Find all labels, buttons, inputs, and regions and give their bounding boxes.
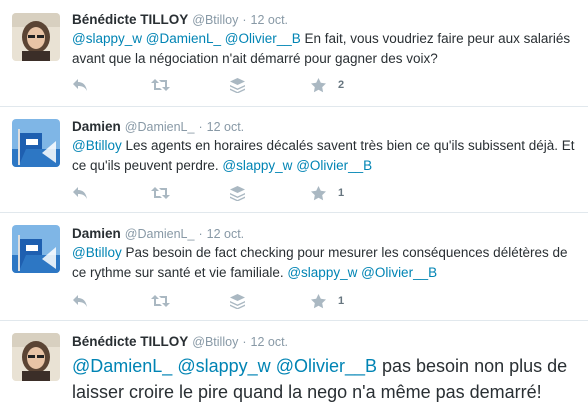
retweet-button[interactable]	[151, 77, 170, 93]
author-name[interactable]: Damien	[72, 226, 121, 241]
favorite-count: 2	[338, 79, 345, 91]
reply-icon	[73, 295, 87, 307]
favorite-button[interactable]: 1	[311, 185, 344, 201]
mention-link[interactable]: @slappy_w	[72, 31, 142, 46]
tweet[interactable]: Damien @DamienL_ · 12 oct. @Btilloy Pas bes…	[0, 213, 588, 319]
mention-link[interactable]: @slappy_w	[177, 356, 270, 376]
mention-link[interactable]: @Olivier__B	[361, 265, 437, 280]
author-name[interactable]: Bénédicte TILLOY	[72, 12, 188, 27]
avatar[interactable]	[12, 13, 60, 61]
mention-link[interactable]: @slappy_w	[287, 265, 357, 280]
stack-button[interactable]	[230, 77, 245, 93]
timestamp[interactable]: 12 oct.	[251, 335, 289, 349]
author-handle[interactable]: @Btilloy	[192, 13, 238, 27]
reply-icon	[73, 79, 87, 91]
mention-link[interactable]: @DamienL_	[72, 356, 172, 376]
retweet-button[interactable]	[151, 293, 170, 309]
timestamp[interactable]: 12 oct.	[207, 227, 245, 241]
favorite-icon	[311, 185, 326, 200]
separator-dot: ·	[242, 13, 247, 27]
mention-link[interactable]: @DamienL_	[146, 31, 221, 46]
mention-link[interactable]: @Olivier__B	[296, 158, 372, 173]
tweet-text: @Btilloy Les agents en horaires décalés …	[72, 136, 578, 176]
stack-icon	[230, 77, 245, 93]
stack-button[interactable]	[230, 293, 245, 309]
favorite-button[interactable]: 2	[311, 77, 344, 93]
retweet-icon	[151, 187, 170, 199]
tweet-text: @Btilloy Pas besoin de fact checking pou…	[72, 243, 578, 283]
mention-link[interactable]: @slappy_w	[222, 158, 292, 173]
tweet[interactable]: Bénédicte TILLOY @Btilloy · 12 oct. @Damien…	[0, 321, 588, 410]
author-handle[interactable]: @Btilloy	[192, 335, 238, 349]
favorite-button[interactable]: 1	[311, 293, 344, 309]
tweet-text: @slappy_w @DamienL_ @Olivier__B En fait,…	[72, 29, 578, 69]
tweet[interactable]: Bénédicte TILLOY @Btilloy · 12 oct. @slappy…	[0, 0, 588, 106]
author-handle[interactable]: @DamienL_	[125, 227, 195, 241]
favorite-count: 1	[338, 187, 345, 199]
retweet-button[interactable]	[151, 185, 170, 201]
separator-dot: ·	[198, 120, 203, 134]
timestamp[interactable]: 12 oct.	[207, 120, 245, 134]
avatar[interactable]	[12, 333, 60, 381]
timestamp[interactable]: 12 oct.	[251, 13, 289, 27]
separator-dot: ·	[198, 227, 203, 241]
tweet-actions: 1	[72, 293, 372, 309]
author-name[interactable]: Bénédicte TILLOY	[72, 334, 188, 349]
avatar[interactable]	[12, 119, 60, 167]
favorite-icon	[311, 293, 326, 308]
favorite-icon	[311, 77, 326, 92]
tweet-actions: 1	[72, 185, 372, 201]
tweet-actions: 2	[72, 77, 372, 93]
reply-icon	[73, 187, 87, 199]
reply-button[interactable]	[72, 293, 88, 309]
separator-dot: ·	[242, 335, 247, 349]
mention-link[interactable]: @Btilloy	[72, 138, 122, 153]
avatar[interactable]	[12, 225, 60, 273]
reply-button[interactable]	[72, 77, 88, 93]
stack-button[interactable]	[230, 185, 245, 201]
mention-link[interactable]: @Btilloy	[72, 245, 122, 260]
retweet-icon	[151, 79, 170, 91]
mention-link[interactable]: @Olivier__B	[225, 31, 301, 46]
author-handle[interactable]: @DamienL_	[125, 120, 195, 134]
tweet-text: @DamienL_ @slappy_w @Olivier__B pas beso…	[72, 353, 578, 405]
retweet-icon	[151, 295, 170, 307]
mention-link[interactable]: @Olivier__B	[276, 356, 377, 376]
reply-button[interactable]	[72, 185, 88, 201]
tweet[interactable]: Damien @DamienL_ · 12 oct. @Btilloy Les age…	[0, 107, 588, 212]
favorite-count: 1	[338, 295, 345, 307]
stack-icon	[230, 185, 245, 201]
stack-icon	[230, 293, 245, 309]
author-name[interactable]: Damien	[72, 119, 121, 134]
